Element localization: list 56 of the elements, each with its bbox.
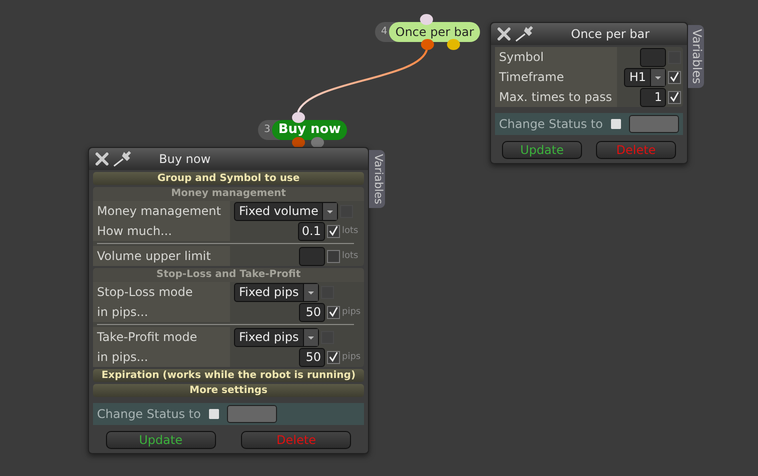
section-header[interactable]: Group and Symbol to use [93,172,364,185]
update-button[interactable]: Update [502,141,582,159]
input-field[interactable] [299,246,325,266]
checkbox[interactable] [611,119,621,129]
status-label: Change Status to [499,117,603,131]
input-field[interactable]: 50 [299,348,325,366]
input-port-icon[interactable] [292,112,305,123]
checkbox[interactable] [327,250,340,262]
close-icon[interactable] [497,27,511,41]
caret-icon[interactable] [302,284,318,300]
field-label: Max. times to pass [495,87,617,107]
output-port-icon[interactable] [421,39,434,50]
status-field[interactable] [629,115,679,133]
group-header: Money management [93,187,364,201]
section-header[interactable]: Expiration (works while the robot is running) [93,369,364,382]
input-port-icon[interactable] [420,14,433,25]
field-label: Stop-Loss mode [93,282,230,302]
checkbox[interactable] [327,306,340,318]
caret-icon[interactable] [302,328,318,346]
group-header: Stop-Loss and Take-Profit [93,268,364,282]
node-label[interactable]: Buy now [272,120,347,140]
update-button[interactable]: Update [106,431,216,449]
field-label: Volume upper limit [93,246,230,266]
caret-icon[interactable] [650,68,665,86]
panel-title: Buy now [159,152,211,166]
dropdown[interactable]: H1 [624,68,666,86]
status-field[interactable] [227,405,277,423]
side-tab[interactable]: Variables [369,150,385,208]
unit-label: pips [342,352,362,362]
checkbox[interactable] [668,70,681,84]
unit-label: lots [342,226,360,236]
section-header[interactable]: More settings [93,384,364,397]
unit-label: lots [342,251,360,261]
field-label: in pips... [93,347,230,367]
checkbox[interactable] [209,409,219,419]
field-label: in pips... [93,302,230,322]
status-label: Change Status to [97,407,201,421]
checkbox[interactable] [327,224,340,238]
caret-icon[interactable] [322,202,338,220]
checkbox[interactable] [327,350,340,364]
field-label: Symbol [495,47,617,67]
input-field[interactable]: 0.1 [298,222,325,240]
node-label[interactable]: Once per bar [389,22,480,42]
side-tab[interactable]: Variables [688,25,704,88]
close-icon[interactable] [95,152,109,166]
panel-title: Once per bar [571,27,650,41]
input-field[interactable]: 1 [640,88,666,106]
field-label: Timeframe [495,67,617,87]
unit-label: pips [342,307,362,317]
field-label: How much... [93,221,230,241]
field-label: Take-Profit mode [93,327,230,347]
input-field[interactable]: 50 [299,302,325,322]
checkbox[interactable] [668,90,681,104]
field-label: Money management [93,201,230,221]
input-field[interactable] [640,48,666,66]
output-port-icon[interactable] [447,39,460,50]
